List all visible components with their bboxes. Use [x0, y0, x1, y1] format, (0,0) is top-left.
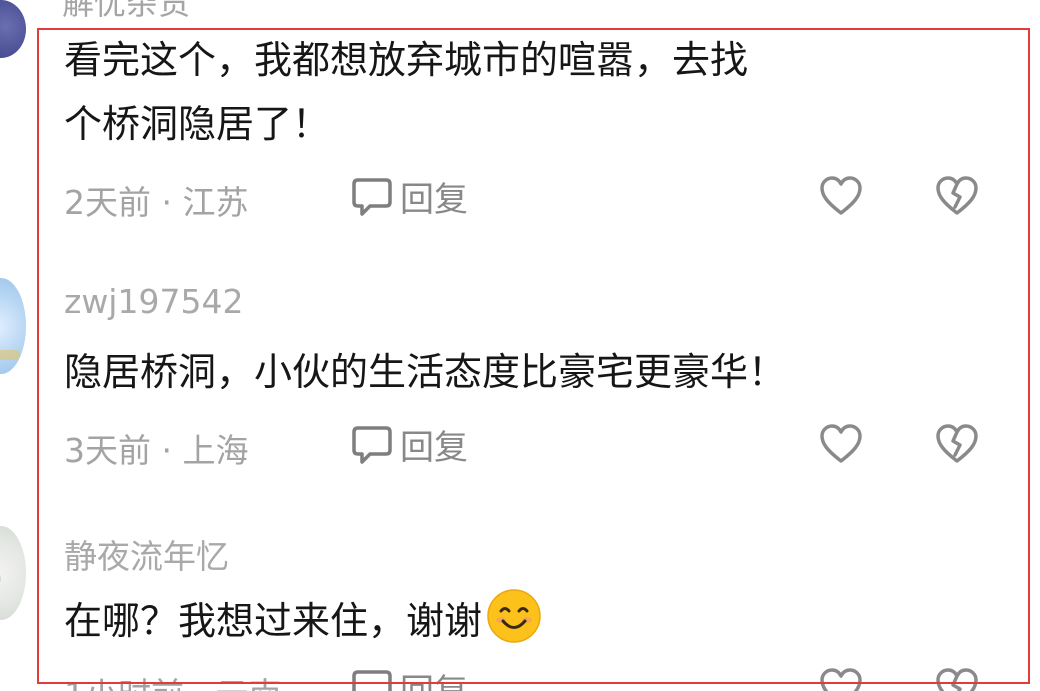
- comment-text-continued: 个桥洞隐居了！: [64, 102, 331, 146]
- comment-list: 解忧杂货 看完这个，我都想放弃城市的喧嚣，去找 个桥洞隐居了！ 2天前 · 江苏…: [0, 0, 1040, 691]
- broken-heart-icon: [934, 173, 980, 219]
- reply-label: 回复: [400, 179, 468, 220]
- dislike-button[interactable]: [934, 173, 980, 219]
- like-button[interactable]: [818, 173, 864, 219]
- avatar[interactable]: [0, 0, 26, 58]
- comment-text-row: 在哪？我想过来住，谢谢: [64, 588, 542, 653]
- comment-text: 隐居桥洞，小伙的生活态度比豪宅更豪华！: [64, 350, 787, 394]
- comment-time-location: 1小时前 · 云南: [64, 668, 281, 691]
- comment-text: 看完这个，我都想放弃城市的喧嚣，去找: [64, 38, 749, 82]
- comment-text: 在哪？我想过来住，谢谢: [64, 599, 483, 643]
- comment-bubble-icon: [350, 666, 394, 691]
- comment-username[interactable]: 解忧杂货: [62, 0, 190, 24]
- broken-heart-icon: [934, 421, 980, 467]
- avatar[interactable]: [0, 526, 26, 620]
- comment-time-location: 3天前 · 上海: [64, 431, 249, 470]
- smiling-face-emoji: [486, 588, 542, 644]
- reply-label: 回复: [400, 664, 468, 691]
- like-button[interactable]: [818, 421, 864, 467]
- reply-button[interactable]: 回复: [350, 665, 468, 691]
- avatar[interactable]: [0, 278, 26, 374]
- reply-label: 回复: [400, 427, 468, 468]
- heart-icon: [818, 173, 864, 219]
- broken-heart-icon: [934, 665, 980, 691]
- comment-username[interactable]: zwj197542: [64, 282, 243, 321]
- comment-bubble-icon: [350, 422, 394, 466]
- reply-button[interactable]: 回复: [350, 421, 468, 468]
- heart-icon: [818, 421, 864, 467]
- comment-time-location: 2天前 · 江苏: [64, 183, 249, 222]
- dislike-button[interactable]: [934, 421, 980, 467]
- dislike-button[interactable]: [934, 665, 980, 691]
- comment-bubble-icon: [350, 174, 394, 218]
- reply-button[interactable]: 回复: [350, 173, 468, 220]
- heart-icon: [818, 665, 864, 691]
- like-button[interactable]: [818, 665, 864, 691]
- comment-username[interactable]: 静夜流年忆: [64, 530, 229, 578]
